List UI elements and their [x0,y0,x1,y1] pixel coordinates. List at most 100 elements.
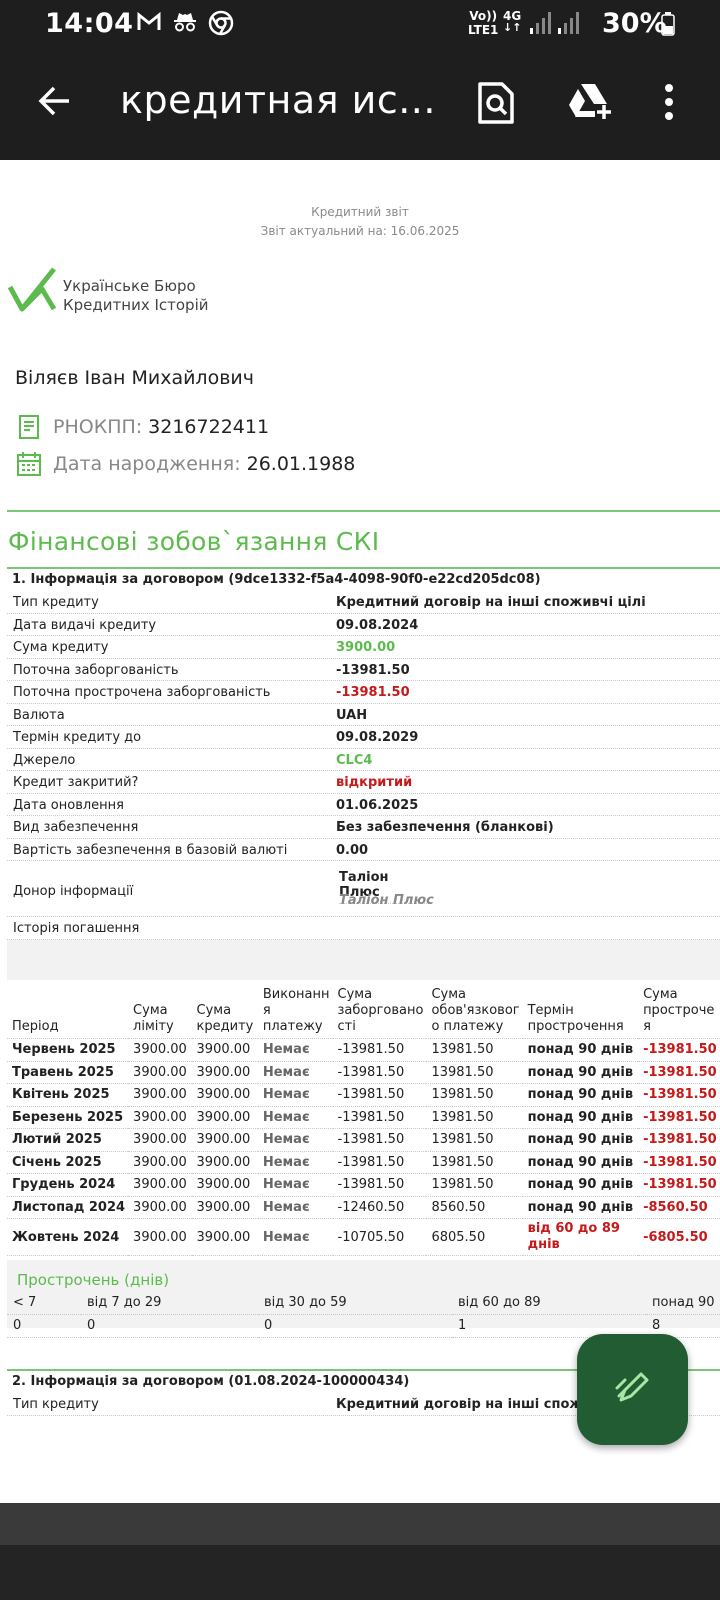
cell-payment: Немає [257,1083,333,1107]
back-arrow-icon[interactable] [34,82,72,124]
history-label-row: Історія погашення [7,917,720,940]
report-date: Звіт актуальний на: 16.06.2025 [260,224,460,238]
contract-1-details: Тип кредиту Кредитний договір на інші спо… [7,591,720,861]
navigation-bar [0,1503,720,1600]
table-row: Листопад 2024 3900.00 3900.00 Немає -12460.5… [7,1196,720,1219]
detail-label: Тип кредиту [13,595,99,610]
cell-term: понад 90 днів [522,1083,639,1107]
donor-value-secondary: Таліон Плюс [339,893,434,908]
detail-value: UAH [336,707,368,723]
network-label: Vo)) LTE1 [468,9,499,37]
detail-row: Кредит закритий? відкритий [7,771,720,794]
overdue-header: понад 90 [646,1291,720,1315]
detail-label: Вартість забезпечення в базовій валюті [13,842,288,858]
column-header: Сума кредиту [191,985,258,1039]
cell-limit: 3900.00 [128,1083,192,1107]
detail-value: -13981.50 [336,662,410,678]
detail-label: Поточна заборгованість [13,662,179,678]
detail-row: Дата оновлення 01.06.2025 [7,794,720,816]
calendar-icon [15,450,43,478]
cell-overdue: -8560.50 [638,1196,720,1219]
cell-limit: 3900.00 [128,1038,192,1062]
donor-row: Донор інформації Таліон Плюс Таліон Плюс [7,865,720,917]
table-row: Березень 2025 3900.00 3900.00 Немає -13981.5… [7,1106,720,1129]
cell-limit: 3900.00 [128,1151,192,1174]
overdue-header: < 7 [7,1291,81,1315]
logo-text: Українське Бюро Кредитних Історій [63,277,209,314]
cell-payment: Немає [257,1061,333,1084]
status-bar: 14:04 Vo)) LTE1 4G ↓↑ 30% [0,0,720,48]
overdue-value: 0 [81,1314,258,1338]
detail-row: Джерело CLC4 [7,749,720,771]
cell-period: Травень 2025 [7,1061,129,1084]
detail-label: Поточна прострочена заборгованість [13,685,271,700]
edit-fab-button[interactable] [577,1334,688,1445]
column-header: Виконанн я платежу [257,985,333,1039]
detail-row: Термін кредиту до 09.08.2029 [7,726,720,749]
column-header: Період [7,985,129,1039]
table-row: Квітень 2025 3900.00 3900.00 Немає -13981.50… [7,1083,720,1107]
detail-value: CLC4 [336,752,373,768]
overdue-value: 0 [7,1314,81,1338]
cell-debt: -13981.50 [332,1038,427,1062]
cell-period: Січень 2025 [7,1151,129,1174]
cell-payment: Немає [257,1196,333,1219]
overdue-value: 0 [258,1314,452,1338]
cell-mandatory: 13981.50 [426,1128,523,1152]
contract-1-heading: 1. Інформація за договором (9dce1332-f5a… [7,567,720,589]
cell-payment: Немає [257,1218,333,1256]
document-viewer[interactable]: Кредитний звіт Звіт актуальний на: 16.06… [0,160,720,1503]
detail-row: Вид забезпечення Без забезпечення (бланко… [7,816,720,839]
cell-term: понад 90 днів [522,1151,639,1174]
detail-row: Сума кредиту 3900.00 [7,636,720,659]
cell-debt: -13981.50 [332,1061,427,1084]
cell-debt: -13981.50 [332,1106,427,1129]
table-row: Грудень 2024 3900.00 3900.00 Немає -13981.50… [7,1173,720,1197]
cell-credit: 3900.00 [191,1196,258,1219]
more-vert-icon[interactable] [664,84,674,124]
cell-credit: 3900.00 [191,1038,258,1062]
cell-term: понад 90 днів [522,1128,639,1152]
detail-value: 3900.00 [336,640,396,655]
column-header: Термін прострочення [522,985,639,1039]
cell-mandatory: 13981.50 [426,1061,523,1084]
history-spacer [7,940,720,980]
column-header: Сума заборговано сті [332,985,427,1039]
cell-debt: -10705.50 [332,1218,427,1256]
ubki-logo-icon [7,267,58,317]
cell-period: Березень 2025 [7,1106,129,1129]
document-icon [15,413,43,441]
table-row: Червень 2025 3900.00 3900.00 Немає -13981.50… [7,1038,720,1062]
table-row: Травень 2025 3900.00 3900.00 Немає -13981.50… [7,1061,720,1084]
cell-overdue: -13981.50 [638,1061,720,1084]
signal-icon [530,12,552,38]
cell-credit: 3900.00 [191,1151,258,1174]
repayment-history-table: Період Сума ліміту Сума кредиту Виконанн я … [7,985,720,1256]
document-title: кредитная ис... [120,78,436,122]
detail-value: -13981.50 [336,685,410,700]
cell-term: понад 90 днів [522,1173,639,1197]
cell-period: Грудень 2024 [7,1173,129,1197]
cell-limit: 3900.00 [128,1128,192,1152]
find-in-page-icon[interactable] [477,81,515,129]
add-to-drive-icon[interactable] [567,81,613,125]
cell-overdue: -13981.50 [638,1106,720,1129]
incognito-icon [172,10,198,36]
chrome-icon [208,10,234,36]
cell-debt: -13981.50 [332,1083,427,1107]
birth-date-value: 26.01.1988 [246,453,356,475]
table-row: Лютий 2025 3900.00 3900.00 Немає -13981.50 13… [7,1128,720,1152]
tax-id-value: 3216722411 [148,416,270,438]
detail-row: Валюта UAH [7,704,720,726]
detail-row: Поточна заборгованість -13981.50 [7,659,720,681]
cell-term: понад 90 днів [522,1038,639,1062]
detail-label: Дата оновлення [13,797,124,813]
cell-term: понад 90 днів [522,1061,639,1084]
detail-label: Кредит закритий? [13,775,139,790]
cell-overdue: -13981.50 [638,1128,720,1152]
cell-term: понад 90 днів [522,1196,639,1219]
battery-icon [661,12,675,40]
cell-credit: 3900.00 [191,1061,258,1084]
cell-mandatory: 13981.50 [426,1106,523,1129]
overdue-table: < 7 від 7 до 29 від 30 до 59 від 60 до 89 по… [7,1291,720,1338]
